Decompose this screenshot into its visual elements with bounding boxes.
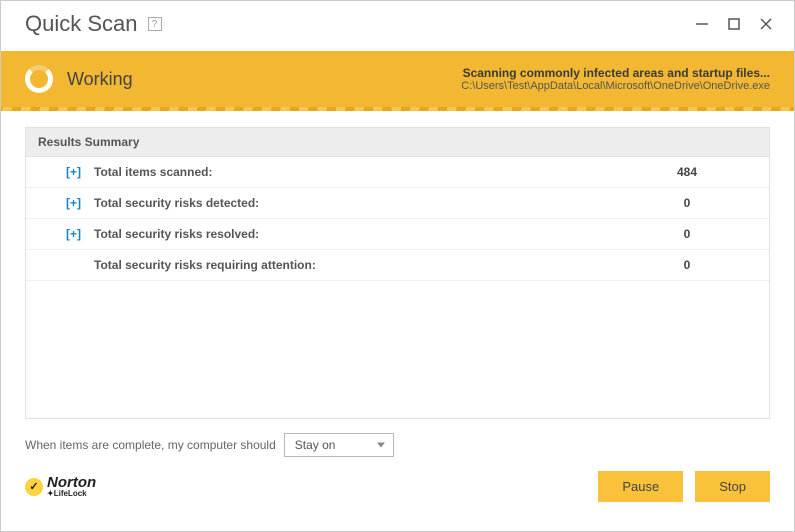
completion-select[interactable]: Stay on (284, 433, 394, 457)
close-button[interactable] (758, 16, 774, 32)
titlebar: Quick Scan ? (1, 1, 794, 51)
maximize-button[interactable] (726, 16, 742, 32)
expand-icon[interactable]: [+] (66, 165, 84, 179)
norton-logo: Norton ✦LifeLock (25, 475, 96, 498)
results-panel: Results Summary [+] Total items scanned:… (25, 127, 770, 419)
logo-name: Norton (47, 475, 96, 490)
help-button[interactable]: ? (148, 17, 162, 31)
footer: Norton ✦LifeLock Pause Stop (1, 457, 794, 516)
result-row-attention: Total security risks requiring attention… (26, 250, 769, 281)
result-row-resolved: [+] Total security risks resolved: 0 (26, 219, 769, 250)
results-header: Results Summary (26, 128, 769, 157)
row-label: Total security risks requiring attention… (94, 258, 657, 272)
row-label: Total security risks detected: (94, 196, 657, 210)
row-value: 484 (657, 165, 717, 179)
row-value: 0 (657, 258, 717, 272)
minimize-button[interactable] (694, 16, 710, 32)
check-icon (25, 478, 43, 496)
completion-label: When items are complete, my computer sho… (25, 438, 276, 452)
result-row-scanned: [+] Total items scanned: 484 (26, 157, 769, 188)
window-title: Quick Scan (25, 11, 138, 37)
result-row-detected: [+] Total security risks detected: 0 (26, 188, 769, 219)
footer-buttons: Pause Stop (598, 471, 770, 502)
logo-text: Norton ✦LifeLock (47, 475, 96, 498)
expand-icon[interactable]: [+] (66, 196, 84, 210)
banner-right: Scanning commonly infected areas and sta… (461, 66, 770, 92)
status-text: Working (67, 69, 133, 90)
completion-selected: Stay on (295, 438, 336, 452)
row-label: Total security risks resolved: (94, 227, 657, 241)
banner-left: Working (25, 65, 133, 93)
logo-sub: ✦LifeLock (47, 490, 96, 498)
pause-button[interactable]: Pause (598, 471, 683, 502)
spinner-icon (25, 65, 53, 93)
stop-button[interactable]: Stop (695, 471, 770, 502)
row-value: 0 (657, 196, 717, 210)
scan-path: C:\Users\Test\AppData\Local\Microsoft\On… (461, 80, 770, 92)
window-controls (694, 16, 774, 32)
completion-action-row: When items are complete, my computer sho… (1, 433, 794, 457)
row-value: 0 (657, 227, 717, 241)
title-left: Quick Scan ? (25, 11, 162, 37)
row-label: Total items scanned: (94, 165, 657, 179)
status-banner: Working Scanning commonly infected areas… (1, 51, 794, 111)
content-area: Results Summary [+] Total items scanned:… (1, 111, 794, 419)
expand-icon[interactable]: [+] (66, 227, 84, 241)
scan-message: Scanning commonly infected areas and sta… (461, 66, 770, 80)
